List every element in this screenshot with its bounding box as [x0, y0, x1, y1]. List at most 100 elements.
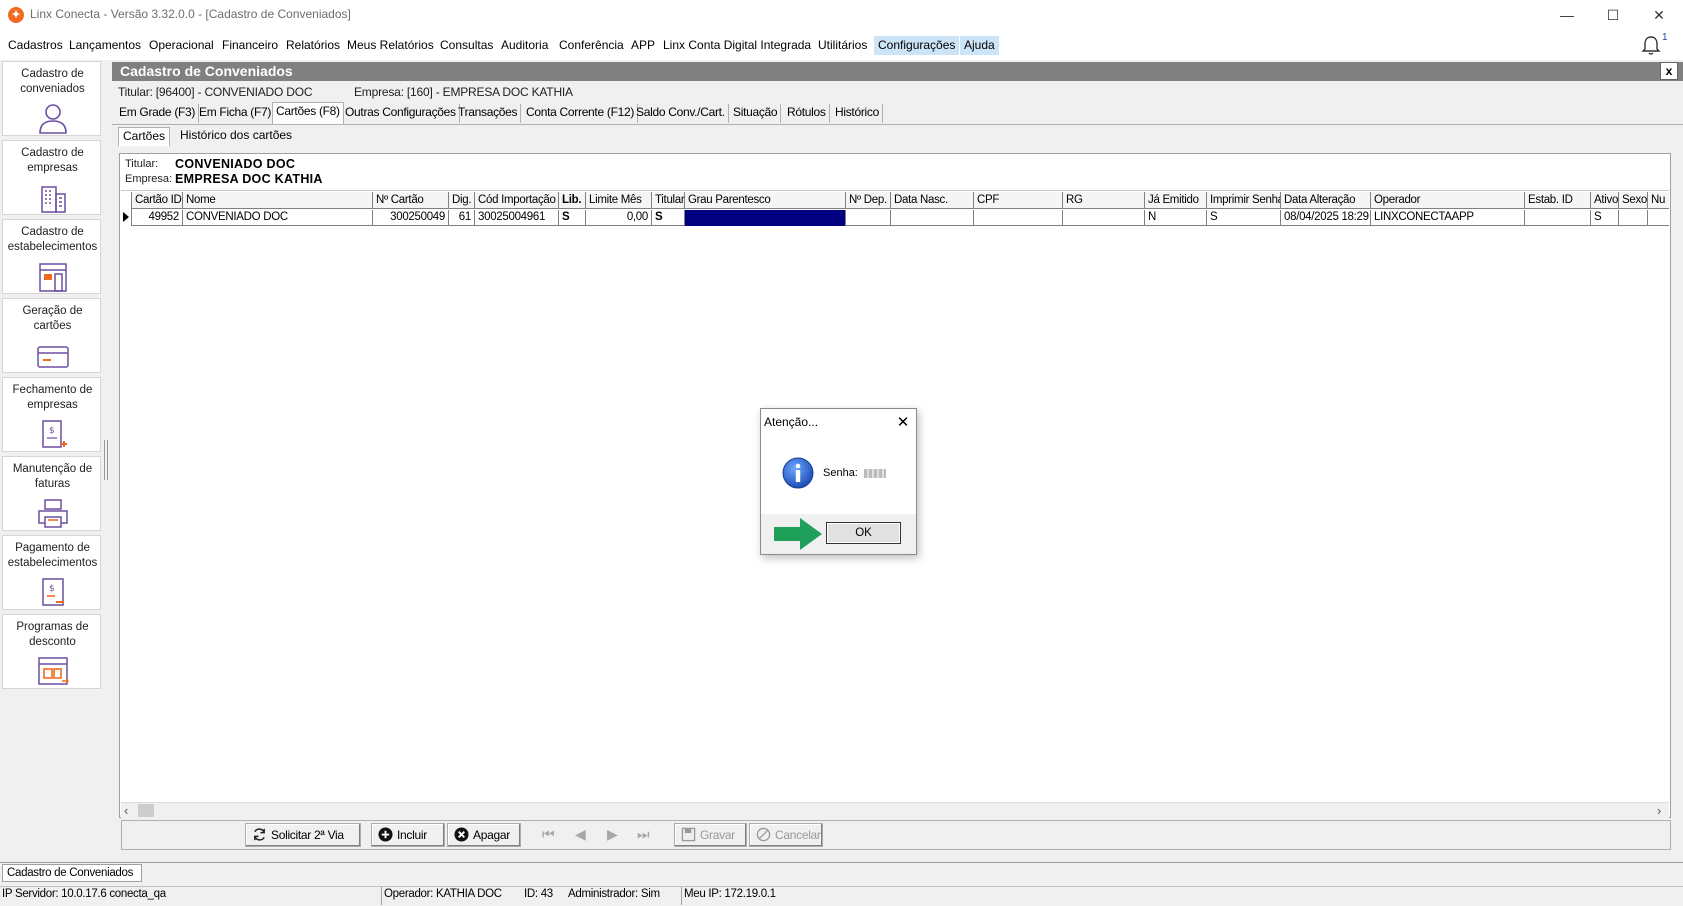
cell-titular[interactable]: S: [652, 210, 685, 226]
cell-cpf[interactable]: [974, 210, 1063, 226]
cell-n-cartao[interactable]: 300250049: [373, 210, 449, 226]
minimize-button[interactable]: —: [1544, 0, 1590, 30]
table-row[interactable]: 49952 CONVENIADO DOC 300250049 61 300250…: [132, 210, 1669, 226]
col-cartao-id[interactable]: Cartão ID: [132, 192, 183, 209]
next-record-icon[interactable]: ▶: [607, 826, 618, 843]
cell-grau-parentesco-selected[interactable]: [685, 210, 846, 226]
last-record-icon[interactable]: ⏭: [637, 826, 650, 843]
previous-record-icon[interactable]: ◀: [575, 826, 586, 843]
menu-ajuda[interactable]: Ajuda: [960, 36, 999, 55]
cell-nu[interactable]: [1648, 210, 1669, 226]
menu-auditoria[interactable]: Auditoria: [497, 36, 552, 55]
col-n-cartao[interactable]: Nº Cartão: [373, 192, 449, 209]
col-titular[interactable]: Titular: [652, 192, 685, 209]
cell-nome[interactable]: CONVENIADO DOC: [183, 210, 373, 226]
tab-historico[interactable]: Histórico: [832, 104, 883, 123]
cell-limite-mes[interactable]: 0,00: [586, 210, 652, 226]
col-imprimir-senha[interactable]: Imprimir Senha: [1207, 192, 1281, 209]
col-cpf[interactable]: CPF: [974, 192, 1063, 209]
col-lib[interactable]: Lib.: [559, 192, 586, 209]
cell-ja-emitido[interactable]: N: [1145, 210, 1207, 226]
col-nu[interactable]: Nu: [1648, 192, 1669, 209]
menu-relatorios[interactable]: Relatórios: [282, 36, 344, 55]
menu-linx-conta-digital[interactable]: Linx Conta Digital Integrada: [659, 36, 815, 55]
tab-cartoes[interactable]: Cartões (F8): [272, 102, 344, 124]
tab-em-ficha[interactable]: Em Ficha (F7): [196, 104, 276, 123]
sidebar-item-estabelecimentos[interactable]: Cadastro de estabelecimentos: [2, 219, 101, 294]
ok-button[interactable]: OK: [826, 522, 901, 544]
sidebar-item-empresas[interactable]: Cadastro de empresas: [2, 140, 101, 215]
sidebar-splitter-handle[interactable]: [104, 440, 108, 480]
sidebar-item-fechamento[interactable]: Fechamento de empresas $: [2, 377, 101, 452]
col-cod-importacao[interactable]: Cód Importação: [475, 192, 559, 209]
cell-data-alteracao[interactable]: 08/04/2025 18:29: [1281, 210, 1371, 226]
tab-situacao[interactable]: Situação: [730, 104, 782, 123]
apagar-button[interactable]: Apagar: [447, 823, 521, 847]
col-estab-id[interactable]: Estab. ID: [1525, 192, 1591, 209]
tab-transacoes[interactable]: Transações: [455, 104, 522, 123]
sidebar: Cadastro de conveniados Cadastro de empr…: [0, 60, 104, 860]
first-record-icon[interactable]: ⏮: [542, 826, 555, 843]
tab-em-grade[interactable]: Em Grade (F3): [116, 104, 200, 123]
col-data-alteracao[interactable]: Data Alteração: [1281, 192, 1371, 209]
col-limite-mes[interactable]: Limite Mês: [586, 192, 652, 209]
tab-saldo-conv[interactable]: Saldo Conv./Cart.: [633, 104, 729, 123]
cell-n-dep[interactable]: [846, 210, 891, 226]
cell-cartao-id[interactable]: 49952: [132, 210, 183, 226]
cell-estab-id[interactable]: [1525, 210, 1591, 226]
col-nome[interactable]: Nome: [183, 192, 373, 209]
menu-configuracoes[interactable]: Configurações: [874, 36, 960, 55]
cell-lib[interactable]: S: [559, 210, 586, 226]
sidebar-item-cartoes[interactable]: Geração de cartões: [2, 298, 101, 373]
menu-cadastros[interactable]: Cadastros: [4, 36, 67, 55]
bell-icon[interactable]: [1640, 34, 1662, 56]
tab-outras-configuracoes[interactable]: Outras Configurações: [342, 104, 460, 123]
close-window-button[interactable]: ✕: [1636, 0, 1682, 30]
sidebar-item-programas[interactable]: Programas de desconto: [2, 614, 101, 689]
maximize-button[interactable]: ☐: [1590, 0, 1636, 30]
gravar-button[interactable]: Gravar: [674, 823, 747, 847]
cell-ativo[interactable]: S: [1591, 210, 1619, 226]
cell-imprimir-senha[interactable]: S: [1207, 210, 1281, 226]
cancelar-button[interactable]: Cancelar: [749, 823, 823, 847]
col-ativo[interactable]: Ativo: [1591, 192, 1619, 209]
panel-close-button[interactable]: x: [1660, 62, 1678, 80]
dialog-close-icon[interactable]: ✕: [895, 413, 911, 431]
incluir-button[interactable]: Incluir: [371, 823, 445, 847]
scroll-left-icon[interactable]: ‹: [124, 803, 128, 818]
menu-utilitarios[interactable]: Utilitários: [814, 36, 871, 55]
cell-data-nasc[interactable]: [891, 210, 974, 226]
sidebar-item-faturas[interactable]: Manutenção de faturas: [2, 456, 101, 531]
menu-app[interactable]: APP: [627, 36, 659, 55]
cell-rg[interactable]: [1063, 210, 1145, 226]
cell-cod-importacao[interactable]: 30025004961: [475, 210, 559, 226]
sidebar-item-pagamento[interactable]: Pagamento de estabelecimentos $: [2, 535, 101, 610]
menu-lancamentos[interactable]: Lançamentos: [65, 36, 145, 55]
open-form-tab[interactable]: Cadastro de Conveniados: [2, 864, 142, 882]
col-grau-parentesco[interactable]: Grau Parentesco: [685, 192, 846, 209]
scrollbar-thumb[interactable]: [138, 804, 154, 817]
tab-conta-corrente[interactable]: Conta Corrente (F12): [523, 104, 639, 123]
subtab-historico-cartoes[interactable]: Histórico dos cartões: [176, 127, 296, 146]
col-rg[interactable]: RG: [1063, 192, 1145, 209]
cell-dig[interactable]: 61: [449, 210, 475, 226]
menu-meus-relatorios[interactable]: Meus Relatórios: [343, 36, 438, 55]
col-dig[interactable]: Dig.: [449, 192, 475, 209]
horizontal-scrollbar[interactable]: [121, 802, 1669, 818]
subtab-cartoes[interactable]: Cartões: [118, 127, 171, 146]
col-n-dep[interactable]: Nº Dep.: [846, 192, 891, 209]
cell-operador[interactable]: LINXCONECTAAPP: [1371, 210, 1525, 226]
cell-sexo[interactable]: [1619, 210, 1648, 226]
menu-consultas[interactable]: Consultas: [436, 36, 497, 55]
menu-financeiro[interactable]: Financeiro: [218, 36, 282, 55]
tab-rotulos[interactable]: Rótulos: [784, 104, 830, 123]
col-data-nasc[interactable]: Data Nasc.: [891, 192, 974, 209]
col-ja-emitido[interactable]: Já Emitido: [1145, 192, 1207, 209]
col-operador[interactable]: Operador: [1371, 192, 1525, 209]
menu-operacional[interactable]: Operacional: [145, 36, 218, 55]
col-sexo[interactable]: Sexo: [1619, 192, 1648, 209]
scroll-right-icon[interactable]: ›: [1657, 803, 1661, 818]
sidebar-item-conveniados[interactable]: Cadastro de conveniados: [2, 61, 101, 136]
solicitar-2-via-button[interactable]: Solicitar 2ª Via: [245, 823, 361, 847]
menu-conferencia[interactable]: Conferência: [555, 36, 628, 55]
